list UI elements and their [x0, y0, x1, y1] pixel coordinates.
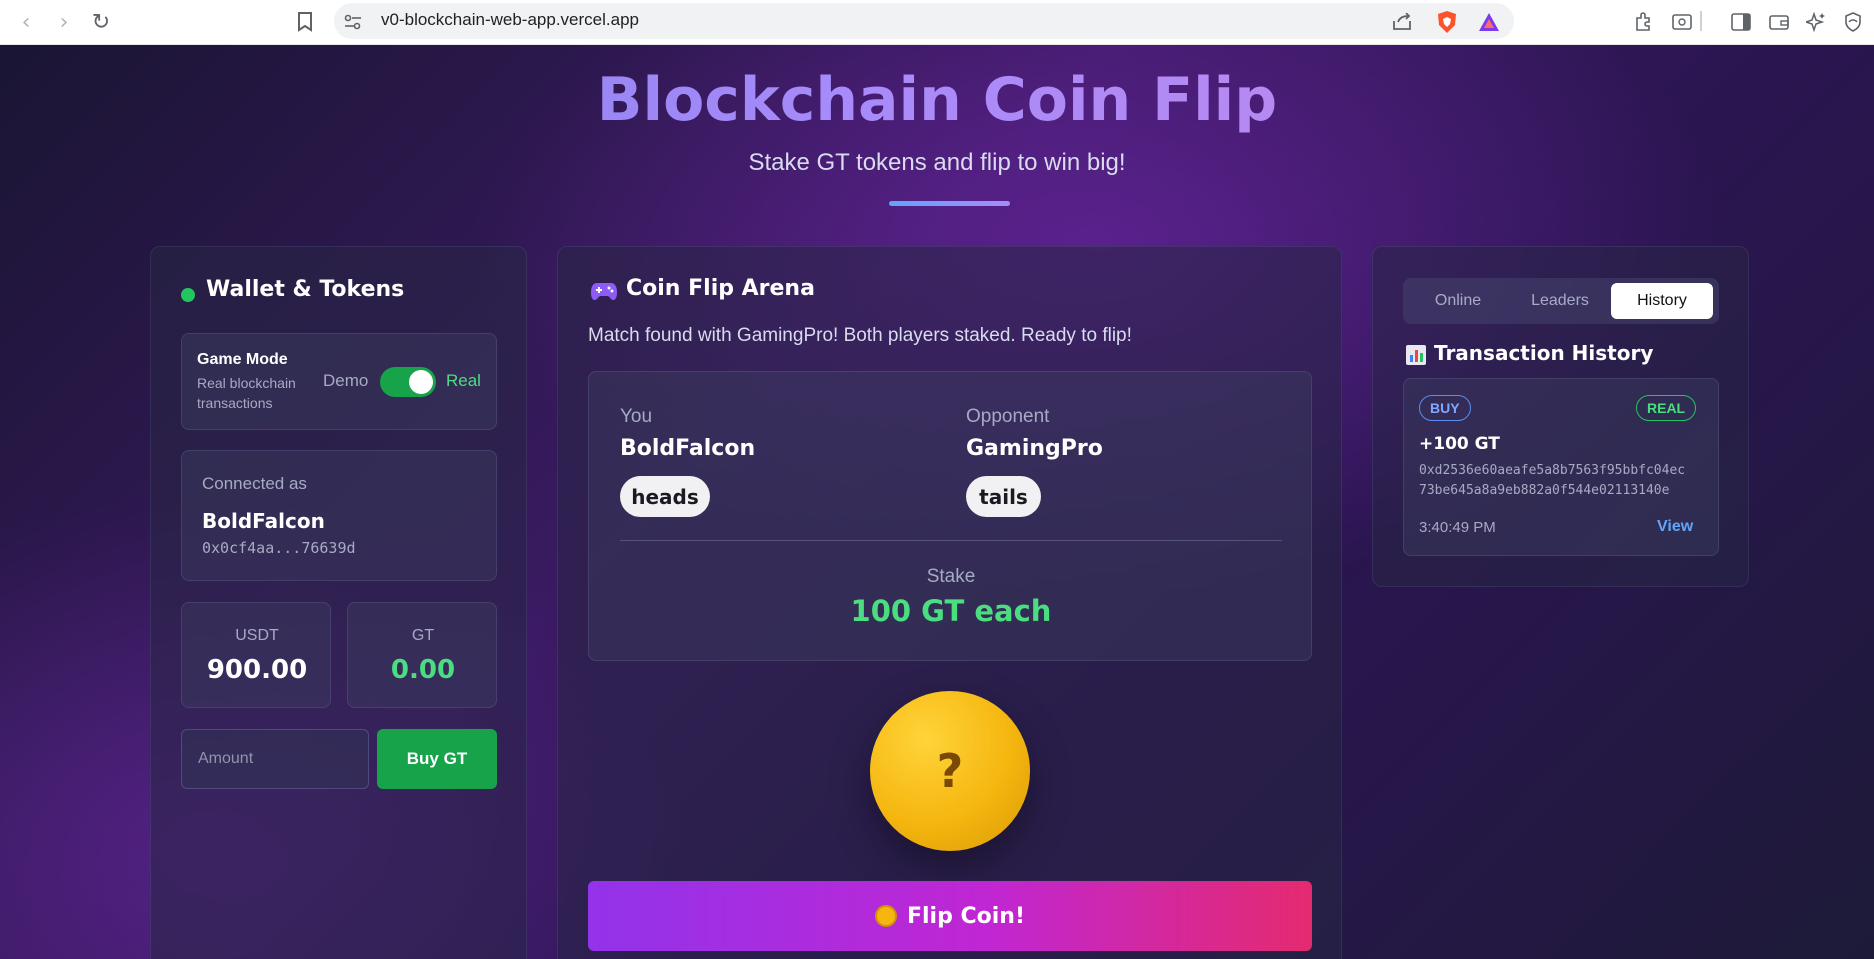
opponent-choice-badge: tails [966, 476, 1041, 517]
search-tab-icon[interactable] [1669, 9, 1695, 35]
transaction-view-link[interactable]: View [1657, 518, 1693, 536]
transaction-type-badge: BUY [1419, 395, 1471, 421]
coin[interactable]: ? [870, 691, 1030, 851]
you-label: You [620, 406, 653, 427]
connected-username: BoldFalcon [202, 509, 325, 533]
extensions-icon[interactable] [1631, 9, 1657, 35]
forward-icon[interactable]: › [50, 8, 78, 36]
chart-icon [1405, 344, 1427, 366]
status-dot-icon [181, 288, 195, 302]
share-icon[interactable] [1389, 9, 1415, 35]
buy-gt-button[interactable]: Buy GT [377, 729, 497, 789]
gt-value: 0.00 [390, 655, 456, 685]
stake-value: 100 GT each [850, 594, 1052, 628]
match-divider [620, 540, 1282, 541]
transaction-hash-line1: 0xd2536e60aeafe5a8b7563f95bbfc04ec [1419, 463, 1686, 478]
arena-card: Coin Flip Arena Match found with GamingP… [557, 246, 1342, 959]
arena-status: Match found with GamingPro! Both players… [588, 325, 1132, 346]
wallet-icon[interactable] [1766, 9, 1792, 35]
amount-input[interactable] [181, 729, 369, 789]
page-subtitle: Stake GT tokens and flip to win big! [748, 149, 1126, 176]
tab-online[interactable]: Online [1408, 283, 1508, 319]
back-icon[interactable]: ‹ [12, 8, 40, 36]
browser-toolbar: ‹ › ↻ v0-blockchain-web-app.vercel.app [0, 0, 1874, 45]
stake-label: Stake [926, 566, 976, 587]
opponent-name: GamingPro [966, 436, 1103, 461]
site-settings-icon[interactable] [340, 9, 366, 35]
app-page: Blockchain Coin Flip Stake GT tokens and… [0, 45, 1874, 959]
transaction-hash-line2: 73be645a8a9eb882a0f544e02113140e [1419, 483, 1670, 498]
brave-shield-icon[interactable] [1434, 9, 1460, 35]
activity-tabs: Online Leaders History [1403, 278, 1719, 324]
page-title: Blockchain Coin Flip [0, 65, 1874, 135]
mode-demo-label: Demo [323, 371, 369, 390]
toggle-knob [409, 370, 433, 394]
game-mode-label: Game Mode [197, 351, 288, 368]
game-mode-desc-line2: transactions [197, 395, 273, 411]
transaction-time: 3:40:49 PM [1419, 519, 1496, 536]
game-mode-desc-line1: Real blockchain [197, 375, 296, 391]
reload-icon[interactable]: ↻ [87, 8, 115, 36]
connected-panel: Connected as BoldFalcon 0x0cf4aa...76639… [181, 450, 497, 581]
activity-card: Online Leaders History Transaction Histo… [1372, 246, 1749, 587]
gt-balance-panel: GT 0.00 [347, 602, 497, 708]
transaction-amount: +100 GT [1419, 434, 1500, 454]
brave-rewards-icon[interactable] [1476, 9, 1502, 35]
opponent-label: Opponent [966, 406, 1050, 427]
mode-real-label: Real [446, 371, 481, 390]
game-mode-panel: Game Mode Real blockchain transactions D… [181, 333, 497, 430]
toolbar-separator [1700, 11, 1702, 31]
history-title: Transaction History [1434, 341, 1654, 365]
tab-leaders[interactable]: Leaders [1510, 283, 1610, 319]
arena-title: Coin Flip Arena [626, 276, 815, 301]
gamepad-icon [590, 280, 618, 302]
game-mode-toggle[interactable] [380, 367, 436, 397]
vpn-icon[interactable] [1840, 9, 1866, 35]
url-text[interactable]: v0-blockchain-web-app.vercel.app [381, 10, 639, 30]
sidebar-icon[interactable] [1728, 9, 1754, 35]
flip-coin-button[interactable]: Flip Coin! [588, 881, 1312, 951]
coin-icon [874, 905, 897, 927]
connected-label: Connected as [202, 474, 307, 493]
transaction-item: BUY REAL +100 GT 0xd2536e60aeafe5a8b7563… [1403, 378, 1719, 556]
wallet-card: Wallet & Tokens Game Mode Real blockchai… [150, 246, 527, 959]
tab-history[interactable]: History [1611, 283, 1713, 319]
bookmark-icon[interactable] [292, 9, 318, 35]
wallet-title: Wallet & Tokens [206, 277, 405, 302]
wallet-address: 0x0cf4aa...76639d [202, 539, 356, 557]
gt-label: GT [411, 627, 435, 644]
you-choice-badge: heads [620, 476, 710, 517]
usdt-value: 900.00 [206, 655, 308, 685]
you-name: BoldFalcon [620, 436, 756, 461]
match-panel: You BoldFalcon heads Opponent GamingPro … [588, 371, 1312, 661]
flip-coin-label: Flip Coin! [906, 903, 1025, 929]
leo-ai-icon[interactable] [1803, 9, 1829, 35]
usdt-label: USDT [235, 627, 279, 644]
usdt-balance-panel: USDT 900.00 [181, 602, 331, 708]
transaction-mode-badge: REAL [1636, 395, 1697, 421]
title-divider [889, 201, 1010, 206]
